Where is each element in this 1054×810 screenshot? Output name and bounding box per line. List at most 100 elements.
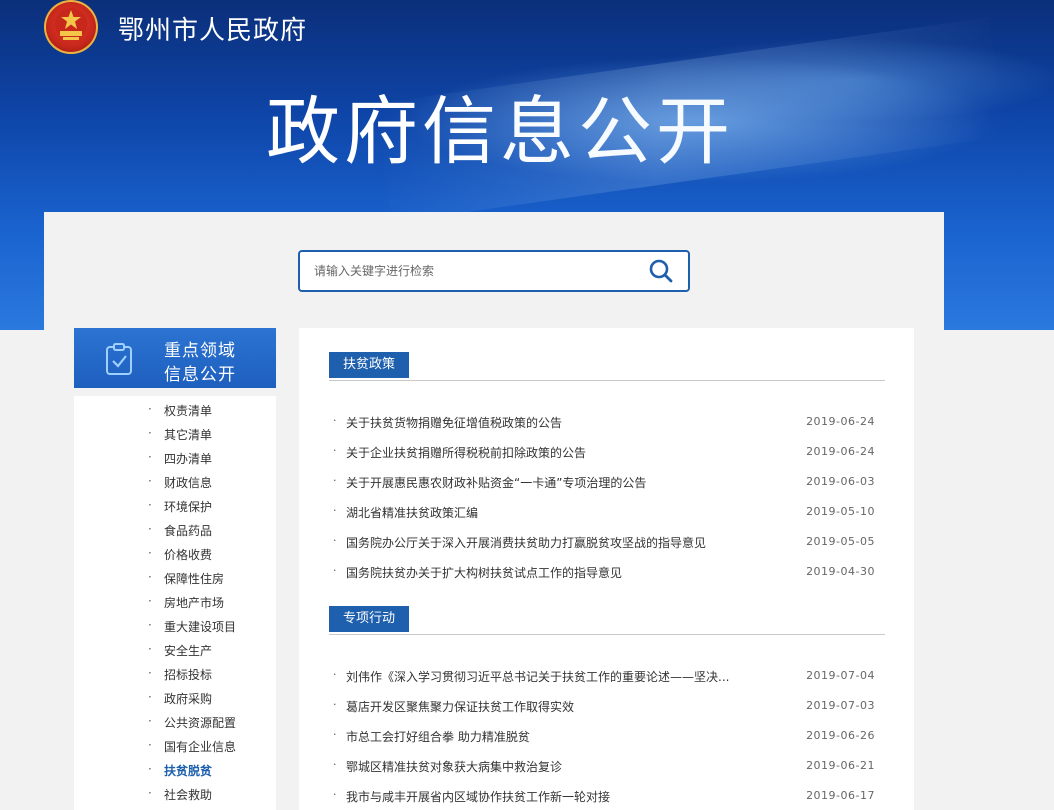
news-title[interactable]: 我市与咸丰开展省内区域协作扶贫工作新一轮对接 xyxy=(346,788,610,805)
news-list-item[interactable]: · 市总工会打好组合拳 助力精准脱贫 2019-06-26 xyxy=(333,725,885,745)
bullet-icon: · xyxy=(148,498,152,512)
sidebar-item-label[interactable]: 保障性住房 xyxy=(164,570,224,587)
sidebar-item[interactable]: · 招标投标 xyxy=(74,662,276,686)
news-list-item[interactable]: · 湖北省精准扶贫政策汇编 2019-05-10 xyxy=(333,501,885,521)
national-emblem-icon xyxy=(44,0,98,54)
sidebar-item[interactable]: · 权责清单 xyxy=(74,398,276,422)
news-title[interactable]: 国务院扶贫办关于扩大构树扶贫试点工作的指导意见 xyxy=(346,564,622,581)
sidebar-item-label[interactable]: 其它清单 xyxy=(164,426,212,443)
sidebar-heading-line1: 重点领域 xyxy=(164,341,236,361)
section-tab[interactable]: 扶贫政策 xyxy=(329,352,410,378)
news-title[interactable]: 关于扶贫货物捐赠免征增值税政策的公告 xyxy=(346,414,562,431)
news-date: 2019-06-24 xyxy=(806,445,875,458)
sidebar-item-label[interactable]: 权责清单 xyxy=(164,402,212,419)
sidebar-item-label[interactable]: 环境保护 xyxy=(164,498,212,515)
page-banner-title: 政府信息公开 xyxy=(266,89,734,175)
sidebar-item[interactable]: · 社会救助 xyxy=(74,782,276,806)
bullet-icon: · xyxy=(148,618,152,632)
news-title[interactable]: 鄂城区精准扶贫对象获大病集中救治复诊 xyxy=(346,758,562,775)
bullet-icon: · xyxy=(333,564,337,577)
sidebar-item[interactable]: · 四办清单 xyxy=(74,446,276,470)
sidebar-item-label[interactable]: 重大建设项目 xyxy=(164,618,236,635)
sidebar-item-label[interactable]: 房地产市场 xyxy=(164,594,224,611)
search-input[interactable] xyxy=(312,260,636,282)
sidebar-item-label[interactable]: 价格收费 xyxy=(164,546,212,563)
news-title[interactable]: 关于企业扶贫捐赠所得税税前扣除政策的公告 xyxy=(346,444,586,461)
sidebar-item[interactable]: · 扶贫脱贫 xyxy=(74,758,276,782)
news-list-item[interactable]: · 关于企业扶贫捐赠所得税税前扣除政策的公告 2019-06-24 xyxy=(333,441,885,461)
search-button[interactable] xyxy=(648,258,674,284)
bullet-icon: · xyxy=(148,762,152,776)
section-tab[interactable]: 专项行动 xyxy=(329,606,410,632)
sidebar-item[interactable]: · 财政信息 xyxy=(74,470,276,494)
bullet-icon: · xyxy=(148,690,152,704)
bullet-icon: · xyxy=(148,546,152,560)
sidebar-item-label[interactable]: 社会救助 xyxy=(164,786,212,803)
bullet-icon: · xyxy=(333,788,337,801)
news-title[interactable]: 刘伟作《深入学习贯彻习近平总书记关于扶贫工作的重要论述——坚决... xyxy=(346,668,729,685)
bullet-icon: · xyxy=(148,738,152,752)
sidebar-item[interactable]: · 公共资源配置 xyxy=(74,710,276,734)
bullet-icon: · xyxy=(148,642,152,656)
bullet-icon: · xyxy=(148,594,152,608)
bullet-icon: · xyxy=(148,714,152,728)
sidebar-item[interactable]: · 环境保护 xyxy=(74,494,276,518)
bullet-icon: · xyxy=(148,570,152,584)
news-list-item[interactable]: · 鄂城区精准扶贫对象获大病集中救治复诊 2019-06-21 xyxy=(333,755,885,775)
bullet-icon: · xyxy=(333,728,337,741)
news-title[interactable]: 关于开展惠民惠农财政补贴资金“一卡通”专项治理的公告 xyxy=(346,474,646,491)
news-title[interactable]: 市总工会打好组合拳 助力精准脱贫 xyxy=(346,728,530,745)
bullet-icon: · xyxy=(148,474,152,488)
sidebar-item-label[interactable]: 安全生产 xyxy=(164,642,212,659)
news-date: 2019-05-10 xyxy=(806,505,875,518)
news-list-item[interactable]: · 关于扶贫货物捐赠免征增值税政策的公告 2019-06-24 xyxy=(333,411,885,431)
news-date: 2019-06-17 xyxy=(806,789,875,802)
bullet-icon: · xyxy=(148,426,152,440)
sidebar-item-label[interactable]: 政府采购 xyxy=(164,690,212,707)
content-area: 扶贫政策 · 关于扶贫货物捐赠免征增值税政策的公告 2019-06-24 · 关于企业扶贫… xyxy=(299,328,914,810)
news-list-item[interactable]: · 关于开展惠民惠农财政补贴资金“一卡通”专项治理的公告 2019-06-03 xyxy=(333,471,885,491)
news-title[interactable]: 国务院办公厅关于深入开展消费扶贫助力打赢脱贫攻坚战的指导意见 xyxy=(346,534,706,551)
sidebar-item[interactable]: · 价格收费 xyxy=(74,542,276,566)
sidebar-heading: 重点领域 信息公开 xyxy=(74,328,276,388)
sidebar-item-label[interactable]: 四办清单 xyxy=(164,450,212,467)
sidebar-item-label[interactable]: 财政信息 xyxy=(164,474,212,491)
sidebar-heading-line2: 信息公开 xyxy=(164,365,236,385)
sidebar-item-label[interactable]: 公共资源配置 xyxy=(164,714,236,731)
sidebar-item-label[interactable]: 国有企业信息 xyxy=(164,738,236,755)
bullet-icon: · xyxy=(148,450,152,464)
news-date: 2019-06-26 xyxy=(806,729,875,742)
bullet-icon: · xyxy=(333,534,337,547)
sidebar-item[interactable]: · 国有企业信息 xyxy=(74,734,276,758)
search-box xyxy=(298,250,690,292)
news-title[interactable]: 葛店开发区聚焦聚力保证扶贫工作取得实效 xyxy=(346,698,574,715)
sidebar-item[interactable]: · 其它清单 xyxy=(74,422,276,446)
news-date: 2019-06-21 xyxy=(806,759,875,772)
bullet-icon: · xyxy=(333,758,337,771)
sidebar-item[interactable]: · 政府采购 xyxy=(74,686,276,710)
sidebar-item-label[interactable]: 招标投标 xyxy=(164,666,212,683)
news-date: 2019-06-03 xyxy=(806,475,875,488)
news-title[interactable]: 湖北省精准扶贫政策汇编 xyxy=(346,504,478,521)
sidebar-item[interactable]: · 保障性住房 xyxy=(74,566,276,590)
site-name[interactable]: 鄂州市人民政府 xyxy=(118,10,307,47)
sidebar: 重点领域 信息公开 · 权责清单 · 其它清单 · 四办清单 · 财政信息 · 环境保护 · 食品药品… xyxy=(74,328,276,810)
sidebar-item[interactable]: · 房地产市场 xyxy=(74,590,276,614)
news-list-item[interactable]: · 我市与咸丰开展省内区域协作扶贫工作新一轮对接 2019-06-17 xyxy=(333,785,885,805)
sidebar-item[interactable]: · 安全生产 xyxy=(74,638,276,662)
section-header: 扶贫政策 xyxy=(329,352,885,381)
bullet-icon: · xyxy=(333,698,337,711)
bullet-icon: · xyxy=(148,522,152,536)
news-list-item[interactable]: · 刘伟作《深入学习贯彻习近平总书记关于扶贫工作的重要论述——坚决... 2019-… xyxy=(333,665,885,685)
news-list-item[interactable]: · 国务院扶贫办关于扩大构树扶贫试点工作的指导意见 2019-04-30 xyxy=(333,561,885,581)
news-date: 2019-05-05 xyxy=(806,535,875,548)
sidebar-item-label[interactable]: 食品药品 xyxy=(164,522,212,539)
sidebar-item-label[interactable]: 扶贫脱贫 xyxy=(164,762,212,779)
news-list-item[interactable]: · 国务院办公厅关于深入开展消费扶贫助力打赢脱贫攻坚战的指导意见 2019-05-0… xyxy=(333,531,885,551)
sidebar-item[interactable]: · 重大建设项目 xyxy=(74,614,276,638)
bullet-icon: · xyxy=(148,786,152,800)
sidebar-item[interactable]: · 食品药品 xyxy=(74,518,276,542)
news-date: 2019-07-03 xyxy=(806,699,875,712)
sidebar-list: · 权责清单 · 其它清单 · 四办清单 · 财政信息 · 环境保护 · 食品药品 · 价格收费 · 保障性住… xyxy=(74,396,276,810)
news-list-item[interactable]: · 葛店开发区聚焦聚力保证扶贫工作取得实效 2019-07-03 xyxy=(333,695,885,715)
